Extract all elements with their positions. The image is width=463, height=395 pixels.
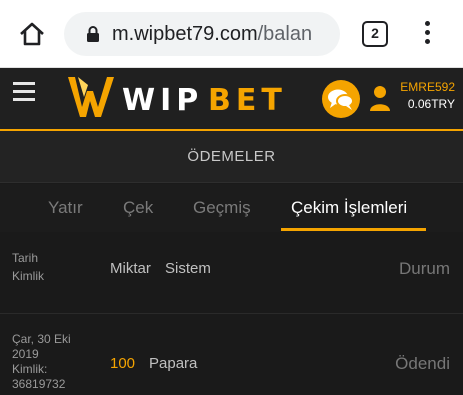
browser-menu-icon[interactable]	[420, 18, 434, 50]
tab-switcher-button[interactable]: 2	[362, 21, 388, 47]
url-domain: m.wipbet79.com	[112, 23, 258, 45]
address-bar[interactable]: m.wipbet79.com/balan	[64, 12, 340, 56]
tab-deposit[interactable]: Yatır	[48, 198, 83, 218]
payment-tabs: Yatır Çek Geçmiş Çekim İşlemleri	[0, 184, 463, 232]
user-account-icon[interactable]	[369, 83, 391, 113]
section-title-bar: ÖDEMELER	[0, 131, 463, 183]
hamburger-menu-icon[interactable]	[13, 82, 35, 102]
row-date-line2: 2019	[12, 347, 39, 361]
browser-toolbar: m.wipbet79.com/balan 2	[0, 0, 463, 68]
row-amount: 100	[110, 355, 136, 372]
row-date-line1: Çar, 30 Eki	[12, 332, 71, 346]
row-system: Papara	[149, 355, 198, 372]
active-tab-indicator	[281, 228, 426, 231]
svg-text:WIP: WIP	[122, 83, 203, 118]
lock-icon	[87, 26, 99, 42]
header-id: Kimlik	[12, 269, 44, 283]
tab-withdrawal-transactions[interactable]: Çekim İşlemleri	[291, 198, 407, 218]
live-chat-button[interactable]	[322, 80, 360, 118]
header-amount: Miktar	[110, 260, 151, 277]
row-id-value: 36819732	[12, 377, 66, 391]
account-balance: 0.06TRY	[407, 97, 455, 111]
header-date: Tarih	[12, 251, 39, 265]
withdrawals-table: Tarih Kimlik Miktar Sistem Durum Çar, 30…	[0, 236, 463, 395]
username[interactable]: EMRE592	[400, 80, 455, 94]
header-system: Sistem	[165, 260, 211, 277]
row-id-label: Kimlik:	[12, 362, 48, 376]
url-text: m.wipbet79.com/balan	[112, 23, 334, 46]
header-status: Durum	[398, 259, 450, 278]
svg-text:BET: BET	[208, 83, 287, 118]
chat-bubbles-icon	[328, 89, 354, 110]
tab-withdraw[interactable]: Çek	[123, 198, 153, 218]
table-header-row: Tarih Kimlik Miktar Sistem Durum	[0, 236, 463, 314]
site-header: WIP BET EMRE592 0.06TRY	[0, 68, 463, 131]
page-title: ÖDEMELER	[187, 148, 276, 165]
table-row: Çar, 30 Eki 2019 Kimlik: 36819732 100 Pa…	[0, 315, 463, 395]
tab-history[interactable]: Geçmiş	[193, 198, 251, 218]
home-icon[interactable]	[18, 20, 46, 48]
url-path: /balan	[257, 23, 313, 45]
wipbet-logo[interactable]: WIP BET	[62, 75, 312, 121]
row-status: Ödendi	[395, 354, 450, 373]
